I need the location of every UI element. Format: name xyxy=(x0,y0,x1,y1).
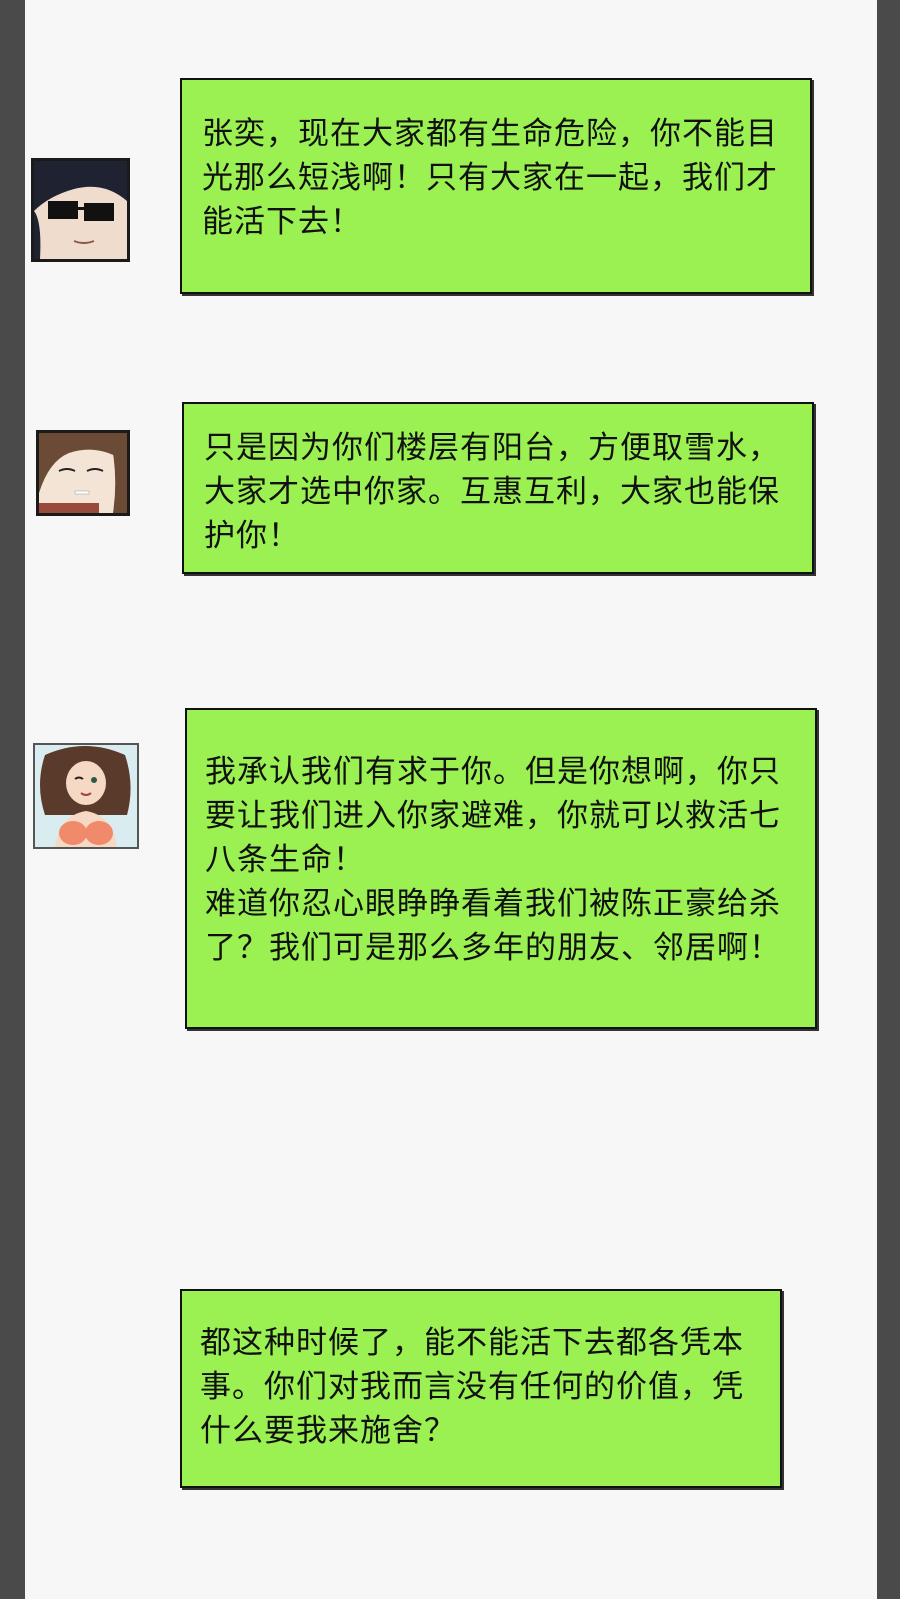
woman-in-bikini-avatar xyxy=(33,743,139,849)
message-bubble-2: 只是因为你们楼层有阳台，方便取雪水，大家才选中你家。互惠互利，大家也能保护你！ xyxy=(182,402,814,574)
message-bubble-4: 都这种时候了，能不能活下去都各凭本事。你们对我而言没有任何的价值，凭什么要我来施… xyxy=(180,1289,782,1488)
woman-with-cigarette-avatar xyxy=(36,430,130,516)
message-bubble-1: 张奕，现在大家都有生命危险，你不能目光那么短浅啊！只有大家在一起，我们才能活下去… xyxy=(180,78,812,294)
chat-page: 张奕，现在大家都有生命危险，你不能目光那么短浅啊！只有大家在一起，我们才能活下去… xyxy=(25,0,877,1599)
man-with-sunglasses-avatar xyxy=(31,158,130,262)
message-bubble-3: 我承认我们有求于你。但是你想啊，你只要让我们进入你家避难，你就可以救活七八条生命… xyxy=(185,708,817,1029)
